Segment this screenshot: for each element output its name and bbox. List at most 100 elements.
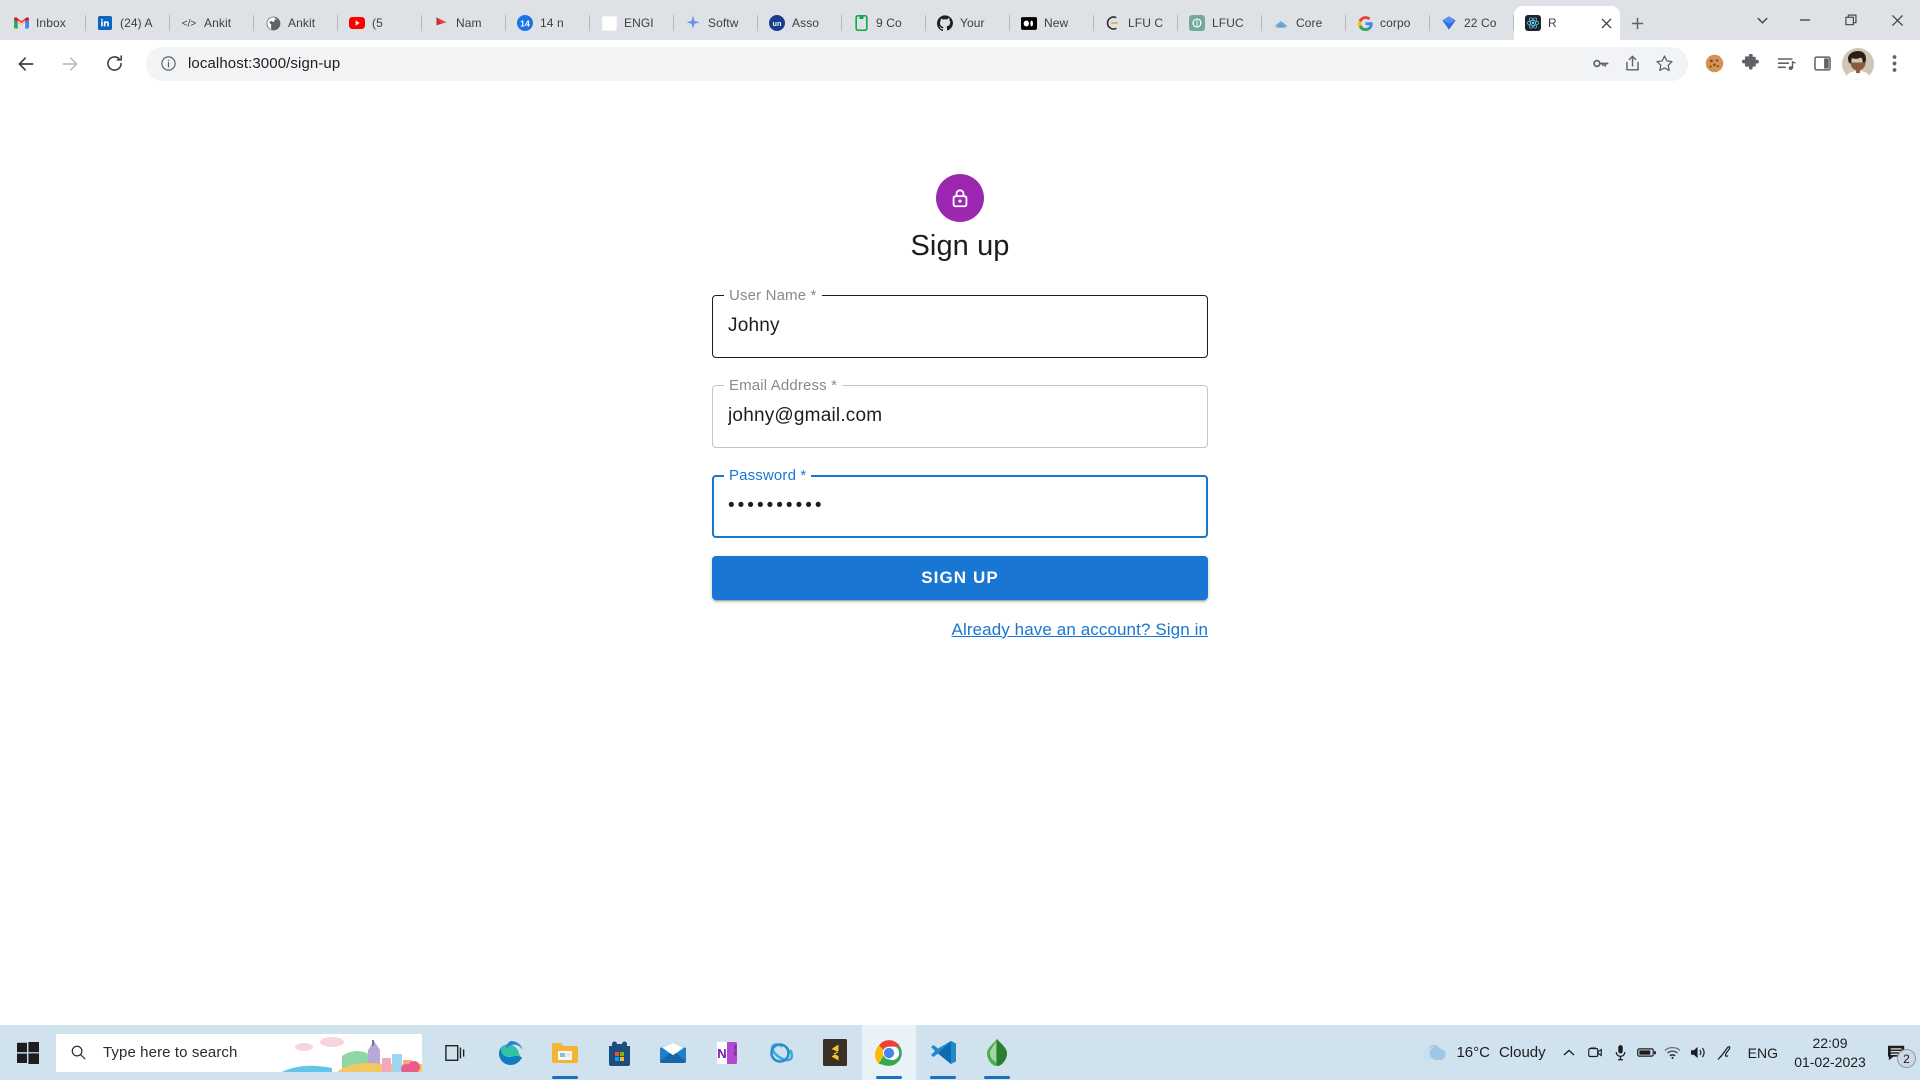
page-title: Sign up <box>910 230 1010 262</box>
notification-icon[interactable]: 2 <box>1874 1025 1920 1080</box>
media-playlist-icon[interactable] <box>1768 46 1804 82</box>
restore-icon[interactable] <box>1828 0 1874 40</box>
search-illustration <box>282 1034 422 1072</box>
browser-tab[interactable]: Nam <box>422 6 506 40</box>
browser-tab[interactable]: corpo <box>1346 6 1430 40</box>
browser-tab[interactable]: </> Ankit <box>170 6 254 40</box>
sparkle-icon <box>685 15 701 31</box>
browser-tab[interactable]: Core <box>1262 6 1346 40</box>
taskbar-search-box[interactable]: Type here to search <box>56 1033 422 1072</box>
email-address-input[interactable] <box>714 386 1206 446</box>
taskbar-apps: N <box>484 1025 1024 1080</box>
password-field[interactable]: Password * <box>712 466 1208 538</box>
sign-up-button[interactable]: SIGN UP <box>712 555 1208 600</box>
windows-start-icon[interactable] <box>0 1025 56 1080</box>
speaker-icon[interactable] <box>1686 1025 1712 1080</box>
back-arrow-icon[interactable] <box>8 46 44 82</box>
taskbar-app-mail[interactable] <box>646 1025 700 1080</box>
url-text[interactable]: localhost:3000/sign-up <box>188 55 1584 72</box>
taskbar-app-microsoft-store[interactable] <box>592 1025 646 1080</box>
close-tab-button[interactable] <box>1598 15 1614 31</box>
toolbar-actions <box>1696 46 1912 82</box>
mail-icon <box>658 1038 688 1068</box>
tab-search-icon[interactable] <box>1742 0 1782 40</box>
taskbar-app-mongodb-compass[interactable] <box>970 1025 1024 1080</box>
info-circle-icon[interactable] <box>160 55 177 72</box>
taskbar-app-vscode[interactable] <box>916 1025 970 1080</box>
taskbar-app-file-explorer[interactable] <box>538 1025 592 1080</box>
user-name-field[interactable]: User Name * <box>712 286 1208 358</box>
address-bar[interactable]: localhost:3000/sign-up <box>146 46 1688 81</box>
taskbar-app-internet-explorer[interactable] <box>754 1025 808 1080</box>
taskbar-app-sublime-text[interactable] <box>808 1025 862 1080</box>
tab-title: Inbox <box>36 16 66 30</box>
notification-badge: 2 <box>1897 1049 1916 1068</box>
puzzle-icon[interactable] <box>1732 46 1768 82</box>
tab-title: Softw <box>708 16 739 30</box>
browser-tab[interactable]: New <box>1010 6 1094 40</box>
taskbar-app-onenote[interactable]: N <box>700 1025 754 1080</box>
camera-icon[interactable] <box>1582 1025 1608 1080</box>
three-dot-menu-icon[interactable] <box>1876 46 1912 82</box>
side-panel-icon[interactable] <box>1804 46 1840 82</box>
key-icon[interactable] <box>1584 48 1616 80</box>
forward-arrow-icon[interactable] <box>52 46 88 82</box>
browser-tab[interactable]: ENGI <box>590 6 674 40</box>
browser-tab[interactable]: un Asso <box>758 6 842 40</box>
browser-tab[interactable]: Softw <box>674 6 758 40</box>
svg-text:N: N <box>717 1046 726 1061</box>
chevron-up-icon[interactable] <box>1556 1025 1582 1080</box>
svg-text:14: 14 <box>520 18 530 28</box>
tab-title: R <box>1548 16 1557 30</box>
password-input[interactable] <box>714 476 1206 536</box>
cookie-icon[interactable] <box>1696 46 1732 82</box>
close-icon[interactable] <box>1874 0 1920 40</box>
browser-tab[interactable]: LFU C <box>1094 6 1178 40</box>
browser-tab[interactable]: LFUC <box>1178 6 1262 40</box>
github-icon <box>937 15 953 31</box>
browser-tab[interactable]: 14 14 n <box>506 6 590 40</box>
sign-in-link[interactable]: Already have an account? Sign in <box>952 620 1208 640</box>
lock-icon <box>936 174 984 222</box>
new-tab-button[interactable] <box>1620 6 1654 40</box>
share-icon[interactable] <box>1616 48 1648 80</box>
task-view-icon[interactable] <box>428 1025 482 1080</box>
code-icon: </> <box>181 15 197 31</box>
user-name-input[interactable] <box>714 296 1206 356</box>
email-address-field[interactable]: Email Address * <box>712 376 1208 448</box>
greenbook-icon <box>853 15 869 31</box>
redflag-icon <box>433 15 449 31</box>
browser-tab-active[interactable]: R <box>1514 6 1620 40</box>
chrome-icon <box>874 1038 904 1068</box>
browser-tab[interactable]: 22 Co <box>1430 6 1514 40</box>
wifi-icon[interactable] <box>1660 1025 1686 1080</box>
battery-icon[interactable] <box>1634 1025 1660 1080</box>
avatar[interactable] <box>1842 47 1874 80</box>
reload-icon[interactable] <box>96 46 132 82</box>
bluetooth-pen-icon[interactable] <box>1712 1025 1738 1080</box>
browser-tab[interactable]: Ankit <box>254 6 338 40</box>
browser-tab[interactable]: (5 <box>338 6 422 40</box>
sublime-text-icon <box>820 1038 850 1068</box>
microphone-icon[interactable] <box>1608 1025 1634 1080</box>
taskbar-app-chrome[interactable] <box>862 1025 916 1080</box>
weather-widget[interactable]: 16°C Cloudy <box>1413 1044 1555 1062</box>
language-indicator[interactable]: ENG <box>1738 1045 1788 1061</box>
weather-condition: Cloudy <box>1498 1044 1546 1061</box>
window-controls <box>1742 0 1920 40</box>
tab-title: LFUC <box>1212 16 1244 30</box>
linkedin-icon <box>97 15 113 31</box>
tab-title: (5 <box>372 16 383 30</box>
file-explorer-icon <box>550 1038 580 1068</box>
browser-tab[interactable]: Your <box>926 6 1010 40</box>
star-icon[interactable] <box>1648 48 1680 80</box>
taskbar-app-edge[interactable] <box>484 1025 538 1080</box>
browser-tab[interactable]: (24) A <box>86 6 170 40</box>
weather-temperature: 16°C <box>1456 1044 1490 1061</box>
tab-title: corpo <box>1380 16 1411 30</box>
browser-tab[interactable]: 9 Co <box>842 6 926 40</box>
clock[interactable]: 22:09 01-02-2023 <box>1788 1034 1874 1072</box>
tab-title: Ankit <box>288 16 316 30</box>
browser-tab[interactable]: Inbox <box>2 6 86 40</box>
minimize-icon[interactable] <box>1782 0 1828 40</box>
